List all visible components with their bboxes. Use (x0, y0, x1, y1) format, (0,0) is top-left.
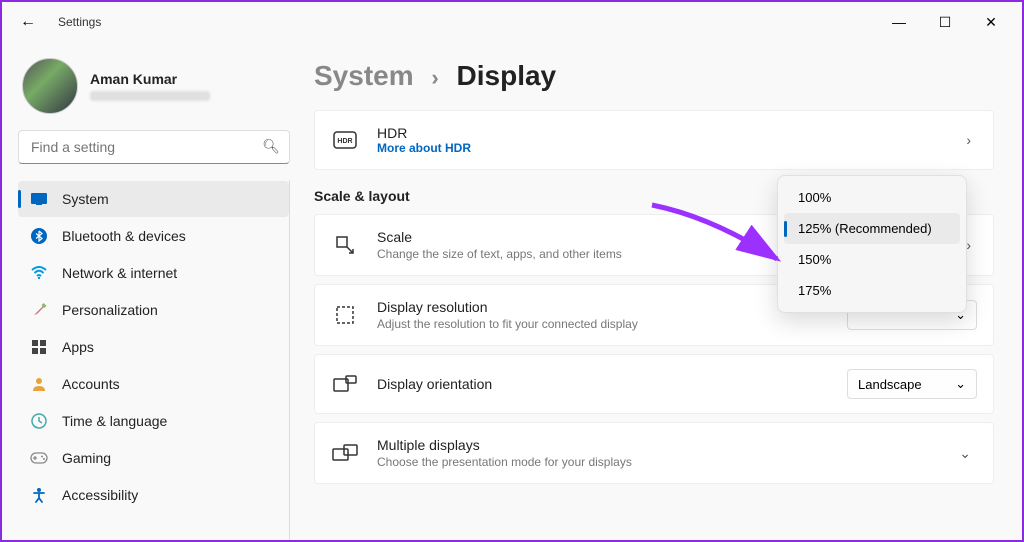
hdr-link[interactable]: More about HDR (377, 141, 942, 155)
sidebar-item-apps[interactable]: Apps (18, 329, 289, 365)
system-icon (30, 190, 48, 208)
search-input[interactable] (18, 130, 290, 164)
nav-label: Apps (62, 339, 94, 355)
nav-label: Gaming (62, 450, 111, 466)
resolution-title: Display resolution (377, 299, 829, 315)
nav-label: Bluetooth & devices (62, 228, 186, 244)
breadcrumb-sep: › (431, 65, 438, 90)
hdr-title: HDR (377, 125, 942, 141)
breadcrumb: System › Display (314, 60, 994, 92)
orientation-icon (331, 370, 359, 398)
search-icon: 🔍︎ (262, 138, 280, 155)
sidebar-item-system[interactable]: System (18, 181, 289, 217)
accessibility-icon (30, 486, 48, 504)
bluetooth-icon (30, 227, 48, 245)
minimize-button[interactable]: — (876, 6, 922, 38)
hdr-icon: HDR (331, 126, 359, 154)
sidebar-item-network[interactable]: Network & internet (18, 255, 289, 291)
orientation-card[interactable]: Display orientation Landscape⌄ (314, 354, 994, 414)
scale-option-175[interactable]: 175% (784, 275, 960, 306)
nav-label: Accounts (62, 376, 120, 392)
profile[interactable]: Aman Kumar (18, 50, 290, 130)
scale-option-125[interactable]: 125% (Recommended) (784, 213, 960, 244)
multiple-title: Multiple displays (377, 437, 935, 453)
sidebar-item-personalization[interactable]: Personalization (18, 292, 289, 328)
window-title: Settings (58, 15, 101, 29)
accounts-icon (30, 375, 48, 393)
nav-label: System (62, 191, 109, 207)
avatar (22, 58, 78, 114)
chevron-right-icon: › (960, 132, 977, 148)
nav-list: System Bluetooth & devices Network & int… (18, 180, 290, 540)
breadcrumb-parent[interactable]: System (314, 60, 414, 91)
resolution-icon (331, 301, 359, 329)
wifi-icon (30, 264, 48, 282)
search: 🔍︎ (18, 130, 290, 164)
clock-icon (30, 412, 48, 430)
apps-icon (30, 338, 48, 356)
scale-icon (331, 231, 359, 259)
nav-label: Network & internet (62, 265, 177, 281)
chevron-down-icon: ⌄ (955, 376, 966, 392)
multiple-displays-card[interactable]: Multiple displays Choose the presentatio… (314, 422, 994, 484)
sidebar-item-time[interactable]: Time & language (18, 403, 289, 439)
main-content: System › Display HDR HDR More about HDR … (302, 42, 1022, 540)
nav-label: Time & language (62, 413, 167, 429)
breadcrumb-current: Display (457, 60, 557, 91)
nav-label: Personalization (62, 302, 158, 318)
multiple-sub: Choose the presentation mode for your di… (377, 455, 935, 469)
orientation-select[interactable]: Landscape⌄ (847, 369, 977, 399)
chevron-down-icon: ⌄ (953, 445, 977, 462)
sidebar: Aman Kumar 🔍︎ System Bluetooth & devices… (2, 42, 302, 540)
sidebar-item-accessibility[interactable]: Accessibility (18, 477, 289, 513)
resolution-sub: Adjust the resolution to fit your connec… (377, 317, 829, 331)
profile-email (90, 91, 210, 101)
sidebar-item-accounts[interactable]: Accounts (18, 366, 289, 402)
profile-name: Aman Kumar (90, 71, 210, 87)
maximize-button[interactable]: ☐ (922, 6, 968, 38)
brush-icon (30, 301, 48, 319)
scale-dropdown: 100% 125% (Recommended) 150% 175% (777, 175, 967, 313)
sidebar-item-gaming[interactable]: Gaming (18, 440, 289, 476)
nav-label: Accessibility (62, 487, 138, 503)
hdr-card[interactable]: HDR HDR More about HDR › (314, 110, 994, 170)
gaming-icon (30, 449, 48, 467)
close-button[interactable]: ✕ (968, 6, 1014, 38)
scale-card[interactable]: Scale Change the size of text, apps, and… (314, 214, 994, 276)
orientation-title: Display orientation (377, 376, 829, 392)
multiple-icon (331, 439, 359, 467)
scale-option-150[interactable]: 150% (784, 244, 960, 275)
scale-option-100[interactable]: 100% (784, 182, 960, 213)
back-button[interactable]: ← (10, 4, 46, 40)
svg-text:HDR: HDR (337, 138, 352, 145)
sidebar-item-bluetooth[interactable]: Bluetooth & devices (18, 218, 289, 254)
